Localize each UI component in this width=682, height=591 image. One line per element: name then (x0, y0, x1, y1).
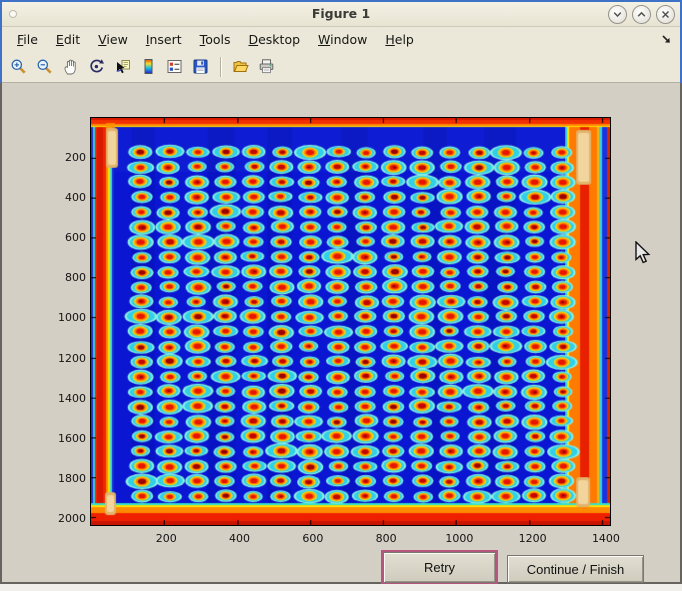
colorbar-button[interactable] (138, 56, 159, 77)
y-tick-label: 1200 (46, 352, 86, 365)
print-button[interactable] (256, 56, 277, 77)
pan-button[interactable] (60, 56, 81, 77)
colorbar-icon (140, 58, 157, 75)
zoom-out-icon (36, 58, 53, 75)
save-button[interactable] (190, 56, 211, 77)
y-tick-label: 1400 (46, 392, 86, 405)
y-tick-label: 1000 (46, 311, 86, 324)
legend-icon (166, 58, 183, 75)
y-tick-label: 800 (46, 271, 86, 284)
maximize-button[interactable] (632, 5, 651, 24)
data-cursor-icon (114, 58, 131, 75)
x-tick-label: 200 (146, 532, 186, 545)
menu-insert[interactable]: Insert (137, 30, 191, 49)
open-folder-icon (232, 58, 249, 75)
y-tick-label: 2000 (46, 512, 86, 525)
figure-window: Figure 1 F (0, 0, 682, 591)
zoom-in-button[interactable] (8, 56, 29, 77)
legend-button[interactable] (164, 56, 185, 77)
retry-button[interactable]: Retry (383, 552, 496, 583)
menu-help[interactable]: Help (376, 30, 423, 49)
menubar: FileEditViewInsertToolsDesktopWindowHelp (2, 27, 680, 51)
x-tick-label: 1000 (439, 532, 479, 545)
titlebar[interactable]: Figure 1 (2, 2, 680, 27)
retry-button-label: Retry (424, 560, 455, 575)
toolbar-separator (220, 57, 221, 77)
window-controls (608, 5, 675, 24)
save-icon (192, 58, 209, 75)
x-tick-label: 400 (220, 532, 260, 545)
menu-edit[interactable]: Edit (47, 30, 89, 49)
y-tick-label: 200 (46, 151, 86, 164)
dock-arrow-icon[interactable] (661, 33, 672, 48)
chevron-down-icon (612, 9, 623, 20)
zoom-out-button[interactable] (34, 56, 55, 77)
chevron-up-icon (636, 9, 647, 20)
menu-file[interactable]: File (8, 30, 47, 49)
menu-desktop[interactable]: Desktop (239, 30, 309, 49)
plate-heatmap-image[interactable] (90, 117, 611, 526)
y-tick-label: 600 (46, 231, 86, 244)
menu-window[interactable]: Window (309, 30, 376, 49)
x-tick-label: 1400 (586, 532, 626, 545)
window-title: Figure 1 (2, 6, 680, 21)
continue-finish-button[interactable]: Continue / Finish (507, 555, 644, 583)
print-icon (258, 58, 275, 75)
y-tick-label: 400 (46, 191, 86, 204)
zoom-in-icon (10, 58, 27, 75)
minimize-button[interactable] (608, 5, 627, 24)
rotate-3d-button[interactable] (86, 56, 107, 77)
data-cursor-button[interactable] (112, 56, 133, 77)
rotate-3d-icon (88, 58, 105, 75)
open-folder-button[interactable] (230, 56, 251, 77)
menu-tools[interactable]: Tools (191, 30, 240, 49)
window-chrome: Figure 1 F (0, 0, 682, 83)
toolbar (2, 51, 680, 83)
continue-finish-button-label: Continue / Finish (527, 562, 625, 577)
close-button[interactable] (656, 5, 675, 24)
x-tick-label: 1200 (513, 532, 553, 545)
menu-view[interactable]: View (89, 30, 137, 49)
y-tick-label: 1600 (46, 432, 86, 445)
pan-hand-icon (62, 58, 79, 75)
x-tick-label: 800 (366, 532, 406, 545)
y-tick-label: 1800 (46, 472, 86, 485)
close-icon (660, 9, 671, 20)
x-tick-label: 600 (293, 532, 333, 545)
window-bottom-edge (0, 584, 682, 591)
